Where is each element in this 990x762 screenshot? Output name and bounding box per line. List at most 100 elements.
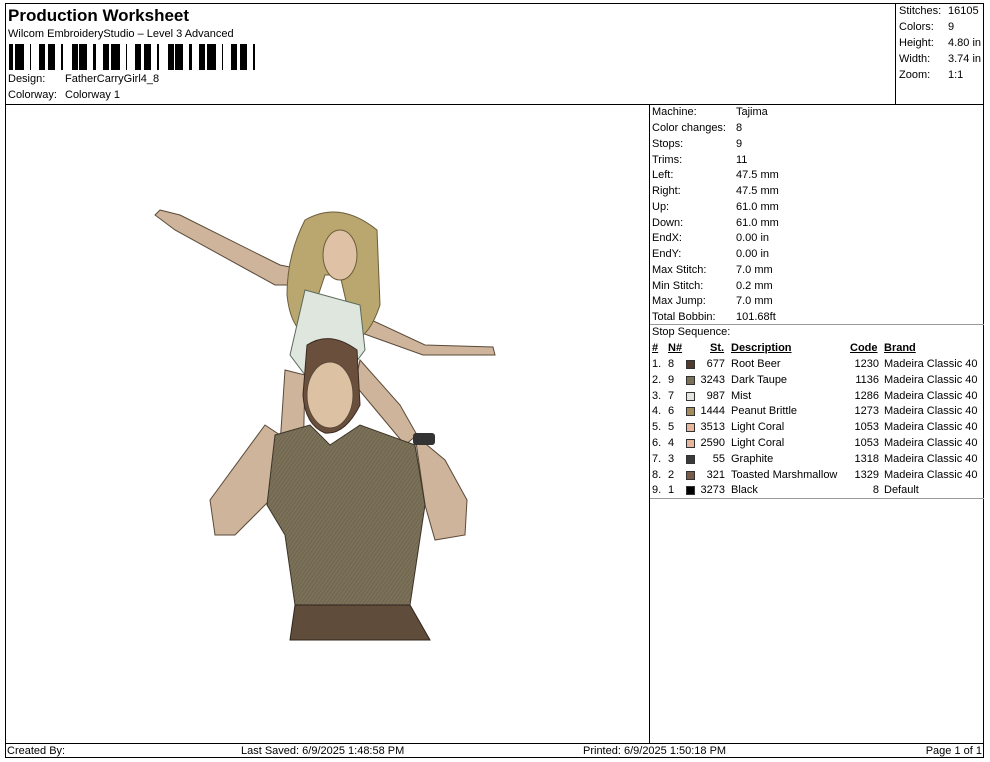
page-number: Page 1 of 1 [925, 745, 982, 757]
design-value: FatherCarryGirl4_8 [65, 73, 160, 85]
thread-brand: Default [884, 484, 919, 497]
stat-colors: Colors: 9 [899, 21, 955, 33]
seq-number: 3. [652, 389, 662, 402]
thread-code: 1053 [854, 437, 879, 449]
table-row: 1. 8 677 Root Beer 1230 Madeira Classic 40 [650, 358, 984, 374]
thread-brand: Madeira Classic 40 [884, 421, 978, 434]
thread-code: 1230 [854, 358, 879, 370]
colorway-row: Colorway: Colorway 1 [8, 89, 120, 101]
stitch-count: 3273 [700, 484, 725, 497]
color-swatch [686, 360, 695, 369]
col-header-num: # [652, 342, 659, 354]
info-stops: Stops: 9 [652, 138, 743, 150]
software-name: Wilcom EmbroideryStudio – Level 3 Advanc… [8, 28, 234, 40]
color-swatch [686, 439, 695, 448]
stat-height: Height: 4.80 in [899, 37, 982, 49]
color-description: Peanut Brittle [731, 405, 798, 418]
thread-code: 1273 [854, 405, 879, 418]
thread-brand: Madeira Classic 40 [884, 437, 978, 449]
stitch-count: 1444 [700, 405, 725, 418]
color-swatch [686, 470, 695, 480]
info-trims: Trims: 11 [652, 154, 748, 166]
color-swatch [686, 454, 695, 464]
thread-brand: Madeira Classic 40 [884, 452, 978, 465]
color-description: Light Coral [731, 437, 785, 449]
seq-number: 8. [652, 468, 662, 481]
seq-number: 4. [652, 405, 662, 418]
info-total-bobbin: Total Bobbin: 101.68ft [652, 311, 776, 323]
needle-number: 2 [668, 468, 675, 481]
divider [650, 498, 984, 499]
stitch-count: 987 [706, 389, 725, 402]
stitch-count: 3243 [700, 373, 725, 386]
stat-stitches: Stitches: 16105 [899, 5, 979, 17]
divider [650, 324, 984, 325]
color-description: Mist [731, 389, 752, 402]
color-description: Dark Taupe [731, 373, 788, 386]
info-machine: Machine: Tajima [652, 106, 768, 118]
color-swatch [686, 375, 695, 385]
color-description: Toasted Marshmallow [731, 468, 838, 481]
needle-number: 7 [668, 389, 675, 402]
worksheet-title: Production Worksheet [8, 6, 190, 25]
col-header-needle: N# [668, 342, 683, 354]
col-header-stitches: St. [710, 342, 725, 354]
table-row: 5. 5 3513 Light Coral 1053 Madeira Classic 40 [650, 421, 984, 437]
info-left: Left: 47.5 mm [652, 169, 779, 181]
color-swatch [686, 391, 695, 401]
seq-number: 6. [652, 437, 662, 449]
table-row: 8. 2 321 Toasted Marshmallow 1329 Madeira Cla… [650, 469, 984, 485]
stitch-count: 321 [706, 468, 725, 481]
thread-brand: Madeira Classic 40 [884, 358, 978, 370]
info-max-jump: Max Jump: 7.0 mm [652, 295, 773, 307]
needle-number: 9 [668, 373, 675, 386]
stitch-count: 3513 [700, 421, 725, 434]
thread-code: 1329 [854, 468, 879, 481]
color-description: Graphite [731, 452, 774, 465]
barcode [9, 44, 255, 70]
thread-code: 8 [872, 484, 879, 497]
needle-number: 1 [668, 484, 675, 497]
color-swatch [686, 407, 695, 417]
info-color-changes: Color changes: 8 [652, 122, 743, 134]
info-min-stitch: Min Stitch: 0.2 mm [652, 280, 773, 292]
thread-brand: Madeira Classic 40 [884, 389, 978, 402]
seq-number: 1. [652, 358, 662, 370]
col-header-code: Code [850, 342, 878, 354]
needle-number: 8 [668, 358, 675, 370]
seq-number: 7. [652, 452, 662, 465]
info-down: Down: 61.0 mm [652, 217, 779, 229]
design-preview [5, 105, 650, 743]
table-row: 3. 7 987 Mist 1286 Madeira Classic 40 [650, 390, 984, 406]
stitch-count: 677 [706, 358, 725, 370]
color-description: Light Coral [731, 421, 785, 434]
last-saved: Last Saved: 6/9/2025 1:48:58 PM [241, 745, 405, 757]
thread-code: 1053 [854, 421, 879, 434]
stop-sequence-title: Stop Sequence: [652, 326, 731, 338]
stitch-count: 2590 [700, 437, 725, 449]
worksheet-header: Production Worksheet Wilcom EmbroiderySt… [5, 3, 896, 105]
table-row: 2. 9 3243 Dark Taupe 1136 Madeira Classic 40 [650, 374, 984, 390]
seq-number: 2. [652, 373, 662, 386]
colorway-value: Colorway 1 [65, 89, 121, 101]
stat-zoom: Zoom: 1:1 [899, 69, 964, 81]
design-label: Design: [8, 73, 46, 85]
info-max-stitch: Max Stitch: 7.0 mm [652, 264, 773, 276]
info-endx: EndX: 0.00 in [652, 232, 770, 244]
col-header-description: Description [731, 342, 792, 354]
table-row: 6. 4 2590 Light Coral 1053 Madeira Classic 40 [650, 437, 984, 453]
thread-code: 1136 [855, 373, 879, 386]
needle-number: 4 [668, 437, 675, 449]
stitch-count: 55 [712, 452, 725, 465]
needle-number: 5 [668, 421, 675, 434]
table-row: 4. 6 1444 Peanut Brittle 1273 Madeira Classic… [650, 405, 984, 421]
info-right: Right: 47.5 mm [652, 185, 779, 197]
thread-code: 1286 [854, 389, 879, 402]
info-up: Up: 61.0 mm [652, 201, 779, 213]
seq-number: 5. [652, 421, 662, 434]
created-by: Created By: [7, 745, 66, 757]
color-swatch [686, 423, 695, 433]
info-endy: EndY: 0.00 in [652, 248, 770, 260]
thread-brand: Madeira Classic 40 [884, 373, 978, 386]
design-row: Design: FatherCarryGirl4_8 [8, 73, 159, 85]
